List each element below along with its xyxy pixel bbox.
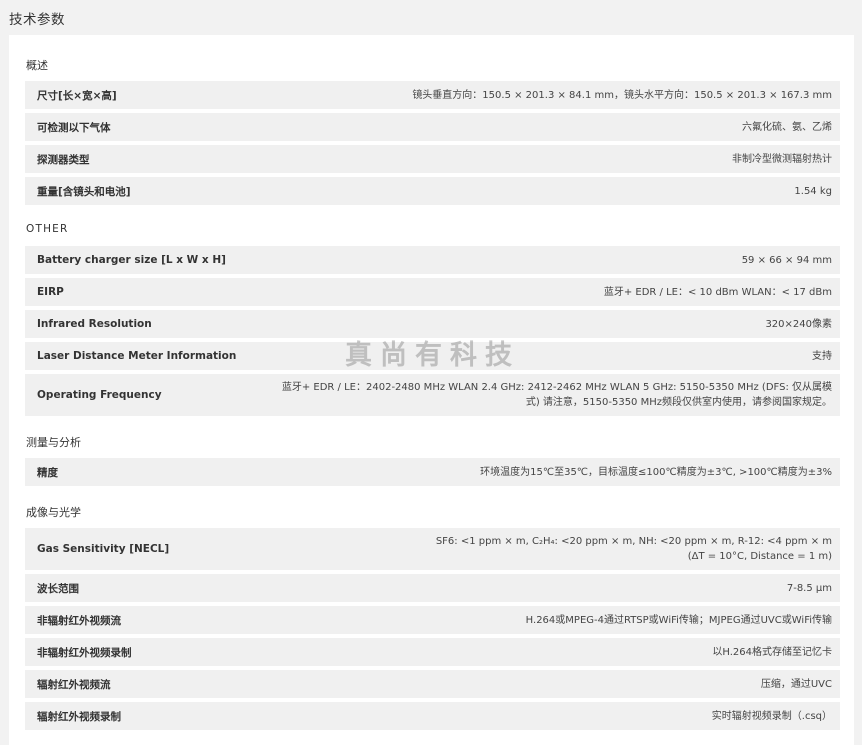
spec-value: 蓝牙+ EDR / LE：2402-2480 MHz WLAN 2.4 GHz:… (281, 382, 832, 408)
spec-value: SF6: <1 ppm × m, C₂H₄: <20 ppm × m, NH: … (435, 536, 832, 562)
spec-label: 可检测以下气体 (37, 121, 111, 134)
spec-row: 非辐射红外视频录制 以H.264格式存储至记忆卡 (25, 638, 840, 666)
spec-value: 7-8.5 μm (786, 582, 832, 594)
spec-row: EIRP 蓝牙+ EDR / LE：< 10 dBm WLAN：< 17 dBm (25, 278, 840, 306)
spec-label: 辐射红外视频录制 (37, 710, 121, 723)
spec-value: 压缩，通过UVC (760, 678, 832, 690)
spec-label: Laser Distance Meter Information (37, 350, 237, 362)
spec-row: 尺寸[长×宽×高] 镜头垂直方向：150.5 × 201.3 × 84.1 mm… (25, 81, 840, 109)
spec-value: 环境温度为15℃至35℃，目标温度≤100℃精度为±3℃, >100℃精度为±3… (480, 466, 832, 478)
spec-label: 辐射红外视频流 (37, 678, 111, 691)
spec-value: 支持 (812, 350, 832, 362)
spec-card: 概述 尺寸[长×宽×高] 镜头垂直方向：150.5 × 201.3 × 84.1… (9, 35, 854, 745)
page-title: 技术参数 (9, 12, 65, 28)
spec-row: 重量[含镜头和电池] 1.54 kg (25, 177, 840, 205)
spec-label: 非辐射红外视频录制 (37, 646, 132, 659)
section-title-other: OTHER (26, 223, 69, 235)
spec-label: Operating Frequency (37, 389, 162, 401)
spec-value: 六氟化硫、氨、乙烯 (742, 121, 832, 133)
spec-label: Battery charger size [L x W x H] (37, 254, 226, 266)
spec-label: EIRP (37, 286, 64, 298)
spec-row: Gas Sensitivity [NECL] SF6: <1 ppm × m, … (25, 528, 840, 570)
spec-value: 蓝牙+ EDR / LE：< 10 dBm WLAN：< 17 dBm (603, 286, 832, 298)
spec-label: Infrared Resolution (37, 318, 152, 330)
spec-row: 波长范围 7-8.5 μm (25, 574, 840, 602)
spec-row: 非辐射红外视频流 H.264或MPEG-4通过RTSP或WiFi传输；MJPEG… (25, 606, 840, 634)
spec-value: 以H.264格式存储至记忆卡 (712, 646, 832, 658)
watermark-text: 真尚有科技 (345, 340, 520, 371)
spec-label: Gas Sensitivity [NECL] (37, 543, 170, 555)
spec-value: 320×240像素 (765, 318, 832, 330)
spec-label: 探测器类型 (37, 153, 90, 166)
spec-value: 59 × 66 × 94 mm (741, 254, 832, 266)
spec-row: 探测器类型 非制冷型微测辐射热计 (25, 145, 840, 173)
spec-value: H.264或MPEG-4通过RTSP或WiFi传输；MJPEG通过UVC或WiF… (525, 614, 832, 626)
spec-label: 重量[含镜头和电池] (37, 185, 131, 198)
spec-row: 可检测以下气体 六氟化硫、氨、乙烯 (25, 113, 840, 141)
spec-row: 辐射红外视频录制 实时辐射视频录制（.csq） (25, 702, 840, 730)
spec-row: 精度 环境温度为15℃至35℃，目标温度≤100℃精度为±3℃, >100℃精度… (25, 458, 840, 486)
spec-value: 1.54 kg (794, 185, 832, 197)
spec-label: 精度 (37, 466, 58, 479)
spec-label: 非辐射红外视频流 (37, 614, 121, 627)
spec-value: 镜头垂直方向：150.5 × 201.3 × 84.1 mm，镜头水平方向：15… (412, 89, 832, 101)
section-title-overview: 概述 (26, 59, 48, 72)
section-title-measurement: 测量与分析 (26, 436, 81, 449)
spec-label: 尺寸[长×宽×高] (37, 89, 117, 102)
spec-label: 波长范围 (37, 582, 79, 595)
spec-row: Battery charger size [L x W x H] 59 × 66… (25, 246, 840, 274)
spec-value: 实时辐射视频录制（.csq） (711, 710, 832, 722)
spec-row: 辐射红外视频流 压缩，通过UVC (25, 670, 840, 698)
spec-value: 非制冷型微测辐射热计 (732, 153, 832, 165)
spec-row: Operating Frequency 蓝牙+ EDR / LE：2402-24… (25, 374, 840, 416)
section-title-imaging: 成像与光学 (26, 506, 81, 519)
